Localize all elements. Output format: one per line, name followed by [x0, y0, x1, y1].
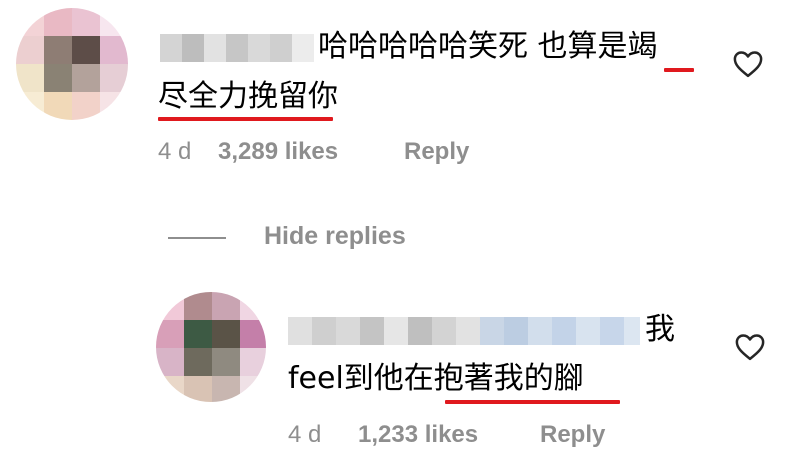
- reply-meta: 4 d 1,233 likes Reply: [288, 421, 605, 449]
- reply-underline: [445, 400, 620, 404]
- reply-reply-button[interactable]: Reply: [540, 421, 605, 448]
- hide-replies-button[interactable]: Hide replies: [264, 222, 406, 251]
- comment-reply-button[interactable]: Reply: [404, 138, 469, 165]
- comment-meta: 4 d 3,289 likes Reply: [158, 138, 469, 166]
- comment-underline-2: [158, 117, 333, 121]
- replies-divider-line: [168, 237, 226, 239]
- reply-like-heart-icon[interactable]: [735, 333, 765, 361]
- comment-text-line1: 哈哈哈哈哈笑死 也算是竭: [318, 29, 658, 64]
- reply-time: 4 d: [288, 421, 322, 448]
- comment-time: 4 d: [158, 138, 192, 165]
- comment-like-heart-icon[interactable]: [733, 50, 763, 78]
- reply-likes[interactable]: 1,233 likes: [358, 421, 540, 449]
- comment-text-line2: 尽全力挽留你: [158, 79, 338, 114]
- commenter-avatar[interactable]: [16, 8, 128, 120]
- reply-text-line2: feel到他在抱著我的腳: [288, 361, 584, 396]
- comment-likes[interactable]: 3,289 likes: [218, 138, 404, 166]
- replier-username-redacted[interactable]: [288, 317, 640, 345]
- commenter-username-redacted[interactable]: [160, 34, 314, 62]
- replier-avatar[interactable]: [156, 292, 266, 402]
- reply-text-line1: 我: [645, 312, 675, 347]
- comment-underline-1: [664, 68, 694, 72]
